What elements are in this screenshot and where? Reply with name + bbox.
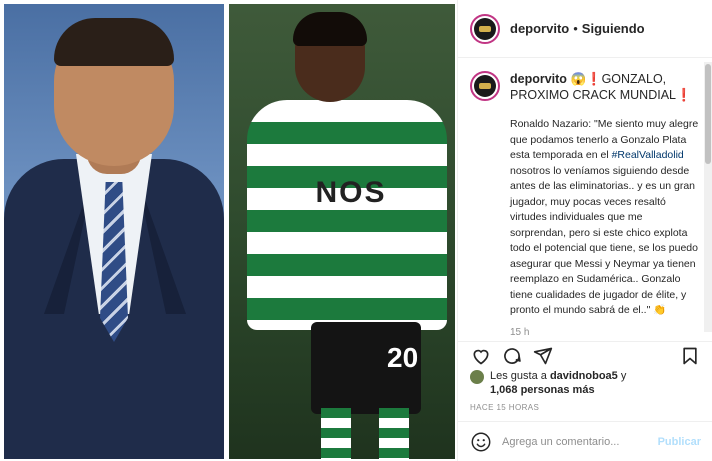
action-bar xyxy=(458,341,712,369)
photo-ronaldo xyxy=(4,4,224,459)
comment-icon[interactable] xyxy=(501,345,523,367)
comment-input[interactable]: Agrega un comentario... xyxy=(502,436,658,448)
hair xyxy=(54,18,174,66)
photo-player: NOS 20 xyxy=(229,4,455,459)
comment-bar: Agrega un comentario... Publicar xyxy=(458,421,712,461)
avatar[interactable] xyxy=(470,13,500,44)
likes-prefix: Les gusta a xyxy=(490,370,550,382)
likes-count[interactable]: 1,068 personas más xyxy=(490,384,595,396)
liker-avatar[interactable] xyxy=(470,370,484,384)
player-hair xyxy=(293,12,367,46)
scrollbar-thumb[interactable] xyxy=(705,64,711,164)
heart-icon[interactable] xyxy=(470,345,492,367)
bookmark-icon[interactable] xyxy=(679,345,701,367)
likes-middle: y xyxy=(617,370,627,382)
caption: deporvito 😱❗GONZALO, PROXIMO CRACK MUNDI… xyxy=(458,59,712,341)
caption-body-after: nosotros lo veníamos siguiendo desde ant… xyxy=(510,164,698,317)
emoji-icon[interactable] xyxy=(470,431,492,453)
jersey xyxy=(247,100,447,330)
post-timestamp[interactable]: HACE 15 HORAS xyxy=(470,403,539,412)
share-icon[interactable] xyxy=(532,345,554,367)
likes-summary: Les gusta a davidnoboa5 y 1,068 personas… xyxy=(470,369,710,397)
caption-time: 15 h xyxy=(510,326,530,338)
jersey-sponsor: NOS xyxy=(315,176,387,209)
liker-username[interactable]: davidnoboa5 xyxy=(550,370,618,382)
post-media[interactable]: NOS 20 xyxy=(0,0,457,461)
header-separator: • xyxy=(573,21,578,36)
caption-avatar[interactable] xyxy=(470,71,500,101)
header-username[interactable]: deporvito xyxy=(510,21,569,36)
follow-status-button[interactable]: Siguiendo xyxy=(582,21,645,36)
hashtag-link[interactable]: #RealValladolid xyxy=(612,149,684,161)
sock-right xyxy=(379,408,409,459)
sock-left xyxy=(321,408,351,459)
publish-button[interactable]: Publicar xyxy=(658,436,701,448)
post-header: deporvito • Siguiendo xyxy=(458,0,712,58)
caption-body: Ronaldo Nazario: "Me siento muy alegre q… xyxy=(510,117,701,319)
shorts-number: 20 xyxy=(387,342,419,373)
post-panel: deporvito • Siguiendo deporvito 😱❗GONZAL… xyxy=(457,0,712,461)
caption-username[interactable]: deporvito xyxy=(510,72,567,86)
